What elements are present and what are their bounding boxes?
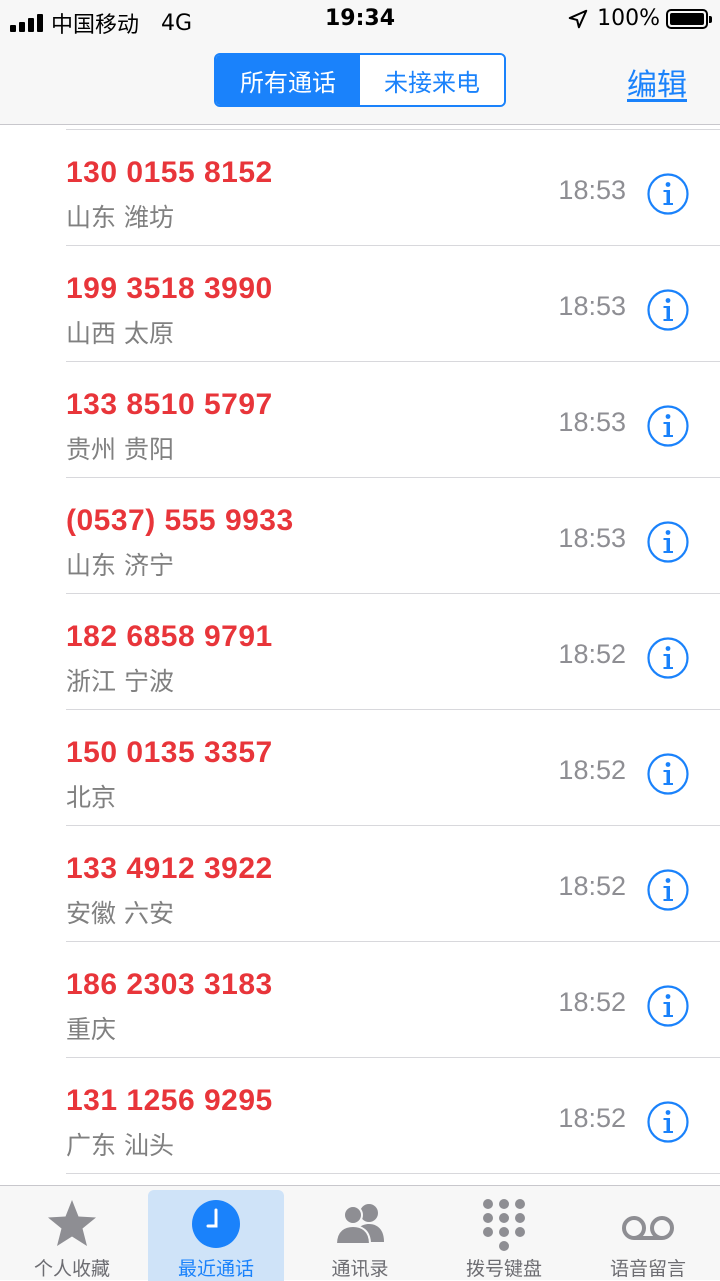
call-row[interactable]: 186 2303 3183 重庆 18:52	[0, 942, 720, 1058]
info-icon[interactable]	[646, 520, 690, 564]
battery-icon	[666, 8, 712, 29]
info-icon[interactable]	[646, 984, 690, 1028]
status-bar: 中国移动 4G 19:34 100%	[0, 0, 720, 40]
caller-location: 山东 济宁	[66, 551, 174, 580]
call-row[interactable]: 150 0135 3357 北京 18:52	[0, 710, 720, 826]
segment-missed-calls[interactable]: 未接来电	[360, 55, 504, 105]
info-icon[interactable]	[646, 752, 690, 796]
call-time: 18:52	[558, 871, 626, 901]
caller-number: 133 8510 5797	[66, 388, 273, 421]
info-icon[interactable]	[646, 636, 690, 680]
caller-location: 贵州 贵阳	[66, 435, 174, 464]
segment-all-calls[interactable]: 所有通话	[216, 55, 360, 105]
tab-label: 语音留言	[609, 1258, 686, 1280]
edit-button[interactable]: 编辑	[627, 60, 687, 104]
caller-location: 安徽 六安	[66, 899, 174, 928]
call-time: 18:52	[558, 639, 626, 669]
battery-percentage: 100%	[597, 6, 660, 31]
caller-location: 北京	[66, 783, 117, 812]
info-icon[interactable]	[646, 172, 690, 216]
caller-location: 山西 太原	[66, 319, 174, 348]
contacts-icon	[334, 1204, 384, 1245]
call-time: 18:53	[558, 407, 626, 437]
call-row[interactable]: 133 8510 5797 贵州 贵阳 18:53	[0, 362, 720, 478]
caller-number: 186 2303 3183	[66, 968, 273, 1001]
call-row[interactable]: 182 6858 9791 浙江 宁波 18:52	[0, 594, 720, 710]
caller-location: 重庆	[66, 1015, 117, 1044]
caller-number: 182 6858 9791	[66, 620, 273, 653]
location-arrow-icon	[568, 9, 588, 28]
recent-calls-list[interactable]: 130 0155 8152 山东 潍坊 18:53 199 3518 3990 山西 太…	[0, 125, 720, 1185]
tab-label: 个人收藏	[33, 1258, 110, 1280]
tab-recents[interactable]: 最近通话	[144, 1186, 288, 1281]
nav-bar: 所有通话 未接来电 编辑	[0, 40, 720, 125]
status-right: 100%	[567, 6, 712, 31]
call-row[interactable]: 133 4912 3922 安徽 六安 18:52	[0, 826, 720, 942]
caller-number: 130 0155 8152	[66, 156, 273, 189]
tab-label: 最近通话	[177, 1258, 254, 1280]
call-time: 18:53	[558, 523, 626, 553]
clock-icon	[192, 1200, 240, 1248]
caller-location: 浙江 宁波	[66, 667, 174, 696]
calls-filter-segmented-control: 所有通话 未接来电	[214, 53, 506, 107]
caller-number: 150 0135 3357	[66, 736, 273, 769]
info-icon[interactable]	[646, 868, 690, 912]
caller-location: 山东 潍坊	[66, 203, 174, 232]
call-time: 18:53	[558, 291, 626, 321]
info-icon[interactable]	[646, 288, 690, 332]
tab-contacts[interactable]: 通讯录	[288, 1186, 432, 1281]
call-row[interactable]: (0537) 555 9933 山东 济宁 18:53	[0, 478, 720, 594]
tab-bar: 个人收藏 最近通话 通讯录 拨号键盘 语音留言	[0, 1185, 720, 1281]
voicemail-icon	[622, 1216, 674, 1240]
call-time: 18:52	[558, 987, 626, 1017]
call-time: 18:52	[558, 755, 626, 785]
caller-number: (0537) 555 9933	[66, 504, 294, 537]
caller-number: 199 3518 3990	[66, 272, 273, 305]
call-row[interactable]: 130 0155 8152 山东 潍坊 18:53	[0, 130, 720, 246]
list-divider	[66, 1173, 720, 1174]
tab-keypad[interactable]: 拨号键盘	[432, 1186, 576, 1281]
tab-label: 通讯录	[331, 1258, 389, 1280]
keypad-icon	[483, 1199, 525, 1251]
info-icon[interactable]	[646, 1100, 690, 1144]
star-icon	[48, 1200, 96, 1246]
tab-favorites[interactable]: 个人收藏	[0, 1186, 144, 1281]
call-time: 18:53	[558, 175, 626, 205]
call-row[interactable]: 199 3518 3990 山西 太原 18:53	[0, 246, 720, 362]
caller-number: 131 1256 9295	[66, 1084, 273, 1117]
tab-label: 拨号键盘	[465, 1258, 542, 1280]
tab-voicemail[interactable]: 语音留言	[576, 1186, 720, 1281]
info-icon[interactable]	[646, 404, 690, 448]
call-row[interactable]: 131 1256 9295 广东 汕头 18:52	[0, 1058, 720, 1174]
call-time: 18:52	[558, 1103, 626, 1133]
caller-location: 广东 汕头	[66, 1131, 174, 1160]
caller-number: 133 4912 3922	[66, 852, 273, 885]
